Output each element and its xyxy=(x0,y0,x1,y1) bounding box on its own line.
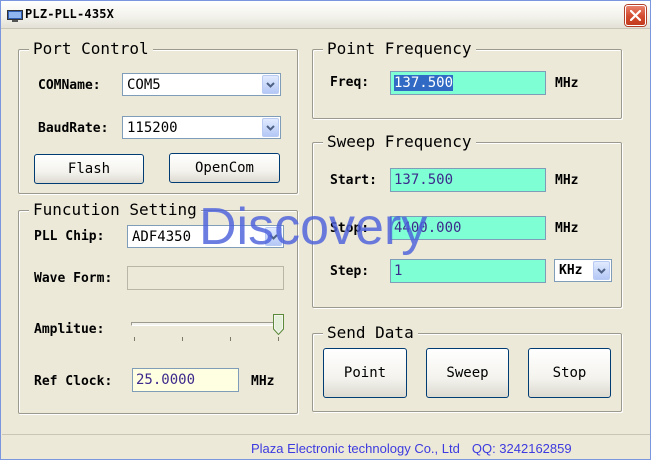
stop-label: Stop: xyxy=(330,221,370,236)
title-bar[interactable]: PLZ-PLL-435X xyxy=(1,1,650,29)
baud-rate-value: 115200 xyxy=(127,120,178,136)
start-label: Start: xyxy=(330,173,377,188)
baud-rate-select[interactable]: 115200 xyxy=(122,116,281,139)
point-frequency-legend: Point Frequency xyxy=(323,39,476,59)
slider-tick xyxy=(230,337,231,341)
pll-chip-select[interactable]: ADF4350 xyxy=(127,225,284,248)
freq-unit: MHz xyxy=(555,76,579,91)
slider-thumb-icon[interactable] xyxy=(273,314,284,335)
sweep-button-label: Sweep xyxy=(446,365,489,381)
step-unit-value: KHz xyxy=(559,263,583,278)
freq-input-value: 137.500 xyxy=(394,75,454,91)
sweep-frequency-legend: Sweep Frequency xyxy=(323,132,476,152)
point-button[interactable]: Point xyxy=(323,348,407,398)
amplitude-slider-track xyxy=(131,322,281,326)
chevron-down-icon[interactable] xyxy=(262,118,279,137)
sweep-button[interactable]: Sweep xyxy=(426,348,509,398)
pll-chip-label: PLL Chip: xyxy=(34,229,105,244)
slider-tick xyxy=(278,337,279,341)
ref-clock-label: Ref Clock: xyxy=(34,374,113,389)
step-label: Step: xyxy=(330,264,370,279)
stop-unit: MHz xyxy=(555,221,579,236)
start-unit: MHz xyxy=(555,173,579,188)
chevron-down-icon[interactable] xyxy=(262,75,279,94)
stop-button-label: Stop xyxy=(552,365,587,381)
baud-rate-label: BaudRate: xyxy=(38,121,109,136)
wave-form-field[interactable] xyxy=(127,266,284,290)
flash-button[interactable]: Flash xyxy=(34,154,144,184)
flash-button-label: Flash xyxy=(67,161,111,177)
qq-number: QQ: 3242162859 xyxy=(471,441,572,456)
chevron-down-icon[interactable] xyxy=(593,261,610,280)
computer-monitor-icon xyxy=(7,8,23,22)
footer: Plaza Electronic technology Co., Ltd QQ: … xyxy=(251,441,572,456)
amplitude-slider[interactable] xyxy=(129,313,285,343)
window-title: PLZ-PLL-435X xyxy=(25,7,115,21)
send-data-legend: Send Data xyxy=(323,323,418,343)
stop-button[interactable]: Stop xyxy=(528,348,611,398)
step-input[interactable]: 1 xyxy=(390,259,546,283)
app-window: PLZ-PLL-435X Port Control COMName: COM5 … xyxy=(0,0,651,460)
slider-tick xyxy=(134,337,135,341)
open-com-button-label: OpenCom xyxy=(194,160,254,176)
point-button-label: Point xyxy=(343,365,387,381)
ref-clock-unit: MHz xyxy=(251,374,275,389)
step-unit-select[interactable]: KHz xyxy=(554,259,612,282)
open-com-button[interactable]: OpenCom xyxy=(169,153,280,183)
pll-chip-value: ADF4350 xyxy=(132,229,192,245)
ref-clock-input[interactable]: 25.0000 xyxy=(132,368,239,392)
close-x-icon xyxy=(630,10,641,21)
wave-form-label: Wave Form: xyxy=(34,271,113,286)
close-button[interactable] xyxy=(625,5,646,26)
company-name: Plaza Electronic technology Co., Ltd xyxy=(251,441,460,456)
freq-input[interactable]: 137.500 xyxy=(390,71,546,95)
start-input[interactable]: 137.500 xyxy=(390,168,546,192)
com-name-value: COM5 xyxy=(127,77,161,93)
com-name-label: COMName: xyxy=(38,78,101,93)
stop-input[interactable]: 4400.000 xyxy=(390,216,546,240)
footer-divider xyxy=(2,434,650,435)
com-name-select[interactable]: COM5 xyxy=(122,73,281,96)
port-control-legend: Port Control xyxy=(29,39,153,59)
amplitude-label: Amplitue: xyxy=(34,322,105,337)
slider-tick xyxy=(182,337,183,341)
function-setting-legend: Funcution Setting xyxy=(29,200,201,220)
freq-label: Freq: xyxy=(330,75,370,90)
chevron-down-icon[interactable] xyxy=(265,227,282,246)
